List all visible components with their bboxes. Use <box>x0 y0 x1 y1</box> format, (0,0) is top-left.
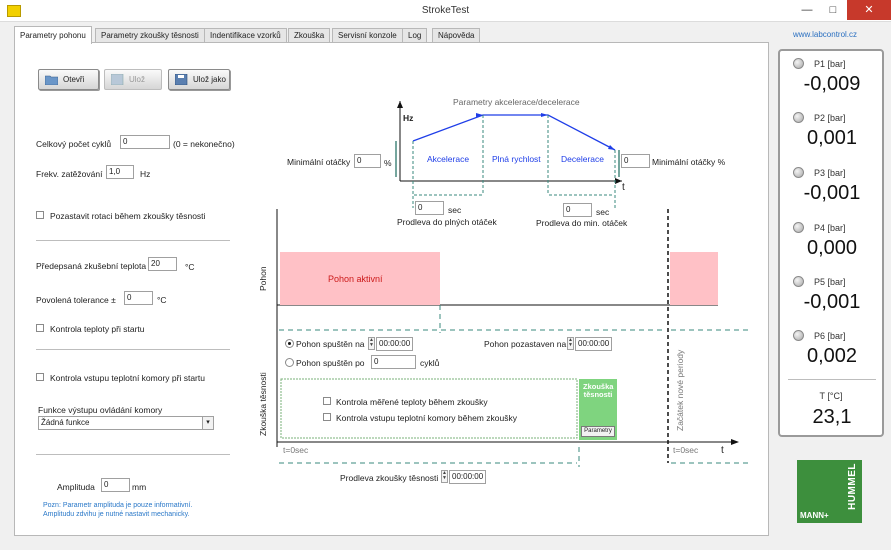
diagram-y-label: Hz <box>403 113 414 123</box>
start-after-cycles-input[interactable]: 0 <box>371 355 416 369</box>
p6-label: P6 [bar] <box>814 331 846 341</box>
p1-label: P1 [bar] <box>814 59 846 69</box>
drive-active-label: Pohon aktivní <box>328 274 383 284</box>
profile-arrowheads <box>476 113 615 150</box>
start-after-cycles-radio[interactable] <box>285 358 294 367</box>
temperature-value: 23,1 <box>812 406 852 428</box>
min-speed-left-unit: % <box>384 158 392 168</box>
leak-axis-arrow-icon <box>731 439 739 445</box>
tab-log[interactable]: Log <box>402 28 428 43</box>
diagram-t-label: t <box>622 182 625 193</box>
full-speed-label: Plná rychlost <box>492 154 541 164</box>
window-title: StrokeTest <box>421 5 470 16</box>
tab-napoveda[interactable]: Nápověda <box>432 28 481 43</box>
new-period-label: Začátek nové periody <box>675 349 685 431</box>
main-panel: Otevři Ulož Ulož jako Celkový počet cykl… <box>14 42 769 536</box>
delay-full-unit: sec <box>448 205 462 215</box>
start-after-cycles-label: Pohon spuštěn po <box>296 358 365 368</box>
leak-delay-label: Prodleva zkoušky těsnosti <box>340 473 439 483</box>
accel-label: Akcelerace <box>427 154 470 164</box>
maximize-button[interactable]: □ <box>820 0 846 20</box>
temperature-label: T [°C] <box>819 391 843 401</box>
p2-led-icon <box>793 112 804 123</box>
stopped-at-input[interactable]: 00:00:00 <box>575 337 612 351</box>
start-at-time-spinner[interactable]: ▲ ▼ <box>368 337 375 350</box>
labcontrol-link[interactable]: www.labcontrol.cz <box>793 30 857 39</box>
divider <box>788 379 876 380</box>
delay-min-unit: sec <box>596 207 610 217</box>
leak-test-block-label: Zkouška těsnosti <box>583 382 614 399</box>
logo-mann: MANN+ <box>800 511 829 520</box>
chamber-inlet-checkbox[interactable] <box>323 413 331 421</box>
diagram-graphics <box>276 101 748 467</box>
measured-temp-checkbox[interactable] <box>323 397 331 405</box>
start-at-time-input[interactable]: 00:00:00 <box>376 337 413 351</box>
t0-right-label: t=0sec <box>673 445 699 455</box>
p6-value: 0,002 <box>806 345 858 367</box>
logo-hummel: HUMMEL <box>847 463 858 510</box>
stopped-at-spinner[interactable]: ▲ ▼ <box>567 337 574 350</box>
tab-servisni-konzole[interactable]: Servisní konzole <box>332 28 403 43</box>
p2-value: 0,001 <box>806 127 858 149</box>
delay-full-input[interactable]: 0 <box>415 201 444 215</box>
p6-led-icon <box>793 330 804 341</box>
decel-label: Decelerace <box>561 154 604 164</box>
leak-t-label: t <box>721 445 724 456</box>
tab-parametry-pohonu[interactable]: Parametry pohonu <box>14 26 92 44</box>
delay-min-input[interactable]: 0 <box>563 203 592 217</box>
min-speed-left-input[interactable]: 0 <box>354 154 381 168</box>
p1-value: -0,009 <box>803 73 861 95</box>
drive-active-block-2 <box>670 252 718 305</box>
measured-temp-label: Kontrola měřené teploty během zkoušky <box>336 397 488 407</box>
close-button[interactable]: ✕ <box>847 0 891 20</box>
p3-value: -0,001 <box>803 182 861 204</box>
params-button[interactable]: Parametry <box>581 426 615 437</box>
pressure-panel: P1 [bar] -0,009 P2 [bar] 0,001 P3 [bar] … <box>778 49 884 437</box>
title-bar: StrokeTest — □ ✕ <box>0 0 891 22</box>
diagram-title: Parametry akcelerace/decelerace <box>453 97 580 107</box>
p4-led-icon <box>793 222 804 233</box>
p5-led-icon <box>793 276 804 287</box>
p5-label: P5 [bar] <box>814 277 846 287</box>
t0-left-label: t=0sec <box>283 445 309 455</box>
p5-value: -0,001 <box>803 291 861 313</box>
stopped-at-label: Pohon pozastaven na <box>484 339 567 349</box>
min-speed-right-input[interactable]: 0 <box>621 154 650 168</box>
leak-delay-input[interactable]: 00:00:00 <box>449 470 486 484</box>
y-axis-arrow-icon <box>397 101 403 108</box>
minimize-button[interactable]: — <box>794 0 820 20</box>
start-after-cycles-unit: cyklů <box>420 358 440 368</box>
chamber-inlet-label: Kontrola vstupu teplotní komory během zk… <box>336 413 517 423</box>
drive-axis-label: Pohon <box>258 266 268 291</box>
p3-label: P3 [bar] <box>814 168 846 178</box>
t-axis-arrow-icon <box>615 178 622 184</box>
p4-value: 0,000 <box>806 237 858 259</box>
tab-identifikace[interactable]: Indentifikace vzorků <box>204 28 287 43</box>
min-speed-right-label: Minimální otáčky % <box>652 157 726 167</box>
start-at-time-radio[interactable] <box>285 339 294 348</box>
tab-zkouska[interactable]: Zkouška <box>288 28 331 43</box>
leak-axis-label: Zkouška těsnosti <box>258 372 268 436</box>
leak-options-box <box>280 378 578 439</box>
speed-profile-line <box>412 114 616 151</box>
p4-label: P4 [bar] <box>814 223 846 233</box>
delay-min-label: Prodleva do min. otáček <box>536 218 628 228</box>
p1-led-icon <box>793 58 804 69</box>
delay-full-label: Prodleva do plných otáček <box>397 217 497 227</box>
mann-hummel-logo: HUMMEL MANN+ <box>797 460 862 523</box>
leak-delay-spinner[interactable]: ▲ ▼ <box>441 470 448 483</box>
min-speed-left-label: Minimální otáčky <box>287 157 351 167</box>
start-at-time-label: Pohon spuštěn na <box>296 339 365 349</box>
p3-led-icon <box>793 167 804 178</box>
tab-parametry-zkousky[interactable]: Parametry zkoušky těsnosti <box>95 28 205 43</box>
p2-label: P2 [bar] <box>814 113 846 123</box>
